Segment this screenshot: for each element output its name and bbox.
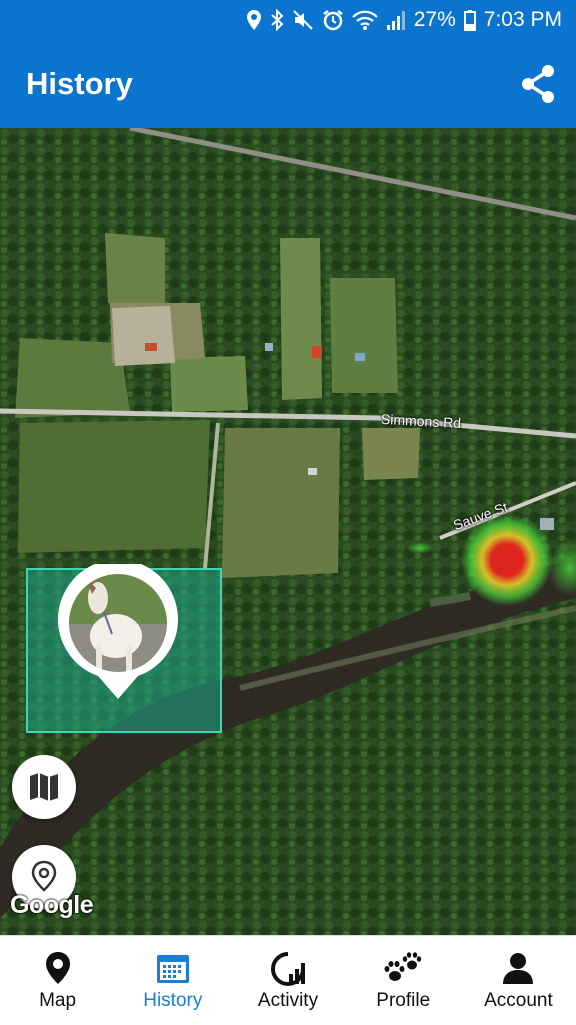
- signal-icon: [386, 9, 406, 31]
- nav-label-profile: Profile: [376, 990, 431, 1011]
- bottom-navigation: Map History Activity Profile Account: [0, 935, 576, 1025]
- page-title: History: [26, 66, 133, 101]
- app-bar: History: [0, 40, 576, 128]
- nav-account[interactable]: Account: [461, 936, 576, 1025]
- status-bar: 27% 7:03 PM: [0, 0, 576, 40]
- nav-label-map: Map: [39, 990, 77, 1011]
- pet-location-marker[interactable]: [56, 559, 180, 704]
- battery-percent: 27%: [413, 8, 456, 31]
- nav-map[interactable]: Map: [0, 936, 115, 1025]
- nav-history[interactable]: History: [115, 936, 230, 1025]
- nav-profile[interactable]: Profile: [346, 936, 461, 1025]
- bluetooth-icon: [270, 9, 284, 31]
- map-view[interactable]: Simmons Rd Sauve St Google: [0, 128, 576, 935]
- location-pin-icon: [31, 860, 57, 892]
- map-layers-button[interactable]: [12, 755, 76, 819]
- person-icon: [503, 953, 534, 984]
- clock-time: 7:03 PM: [483, 8, 562, 31]
- nav-label-activity: Activity: [257, 990, 319, 1011]
- nav-activity[interactable]: Activity: [230, 936, 345, 1025]
- alarm-icon: [322, 9, 344, 31]
- paw-icon: [384, 952, 422, 981]
- dog-photo-pin: [58, 559, 179, 699]
- battery-icon: [463, 9, 476, 31]
- google-attribution: Google: [10, 891, 94, 919]
- nav-label-history: History: [143, 990, 203, 1011]
- share-icon: [522, 65, 554, 103]
- location-icon: [246, 9, 262, 31]
- wifi-icon: [351, 9, 378, 31]
- share-button[interactable]: [520, 64, 556, 104]
- mute-icon: [292, 9, 314, 31]
- activity-gauge-icon: [271, 952, 305, 986]
- map-icon: [30, 773, 58, 801]
- nav-label-account: Account: [484, 990, 553, 1011]
- satellite-imagery: [0, 128, 576, 935]
- map-pin-icon: [45, 952, 70, 984]
- calendar-icon: [156, 955, 189, 983]
